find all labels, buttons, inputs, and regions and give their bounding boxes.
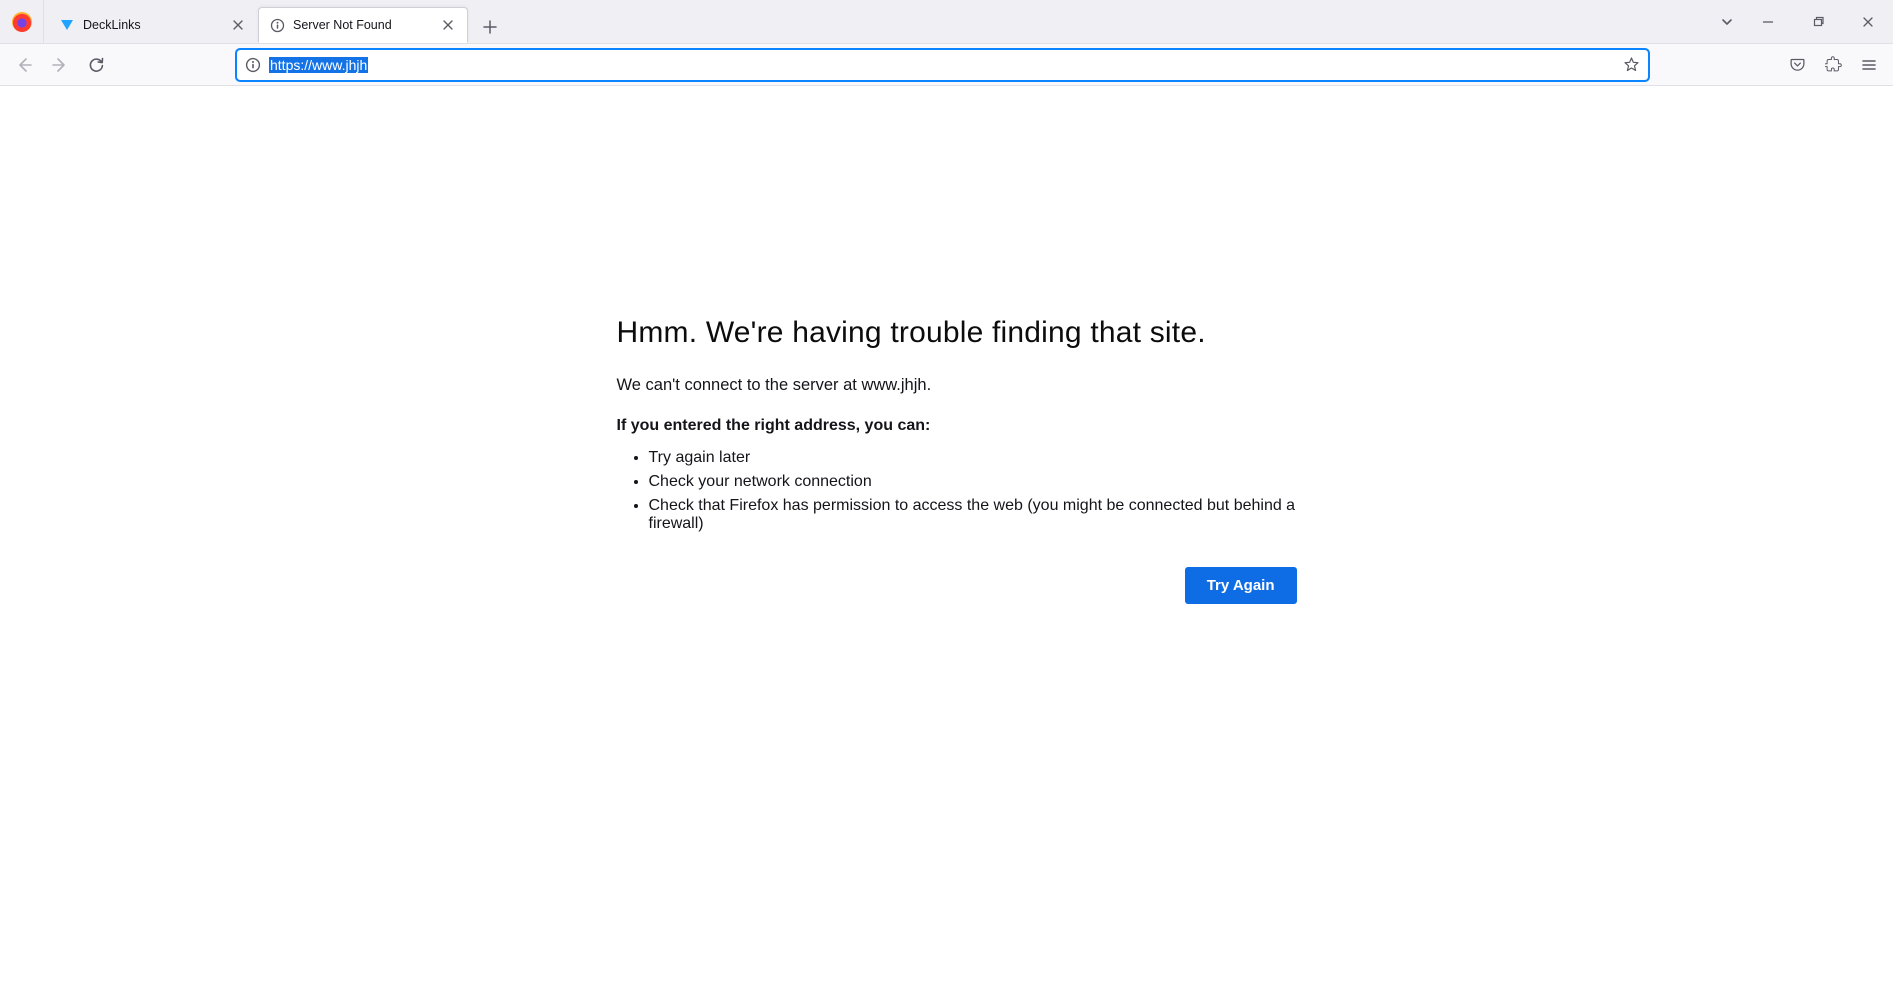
tab-title: DeckLinks (83, 18, 221, 32)
error-heading: Hmm. We're having trouble finding that s… (617, 316, 1297, 350)
url-selected-text: https://www.jhjh (269, 57, 368, 73)
list-all-tabs-button[interactable] (1709, 0, 1745, 44)
error-suggestion-item: Try again later (649, 449, 1297, 467)
toolbar-right (1781, 49, 1885, 81)
pocket-icon (1789, 56, 1806, 73)
close-window-button[interactable] (1845, 0, 1891, 44)
info-icon (269, 17, 285, 33)
error-suggestion-list: Try again later Check your network conne… (617, 449, 1297, 533)
navigation-toolbar: https://www.jhjh (0, 44, 1893, 86)
url-bar[interactable]: https://www.jhjh (236, 49, 1649, 81)
try-again-button[interactable]: Try Again (1185, 567, 1297, 604)
decklinks-favicon (59, 17, 75, 33)
forward-button[interactable] (44, 49, 76, 81)
tab-strip: DeckLinks Server Not Found (44, 0, 506, 43)
restore-icon (1812, 16, 1824, 28)
info-icon (245, 57, 261, 73)
hamburger-icon (1861, 57, 1877, 73)
firefox-app-icon (0, 0, 44, 43)
titlebar: DeckLinks Server Not Found (0, 0, 1893, 44)
site-identity-button[interactable] (243, 55, 263, 75)
arrow-left-icon (15, 56, 33, 74)
plus-icon (483, 20, 497, 34)
star-icon (1623, 56, 1640, 73)
minimize-window-button[interactable] (1745, 0, 1791, 44)
url-input[interactable]: https://www.jhjh (269, 50, 1614, 80)
close-tab-button[interactable] (229, 16, 247, 34)
app-menu-button[interactable] (1853, 49, 1885, 81)
net-error-container: Hmm. We're having trouble finding that s… (597, 86, 1297, 604)
tab-server-not-found[interactable]: Server Not Found (258, 7, 468, 43)
error-suggestion-item: Check your network connection (649, 473, 1297, 491)
window-controls (1745, 0, 1893, 43)
tab-title: Server Not Found (293, 18, 431, 32)
page-content: Hmm. We're having trouble finding that s… (0, 86, 1893, 994)
tab-decklinks[interactable]: DeckLinks (48, 7, 258, 43)
chevron-down-icon (1720, 15, 1734, 29)
close-tab-button[interactable] (439, 16, 457, 34)
reload-icon (88, 56, 105, 73)
close-icon (442, 19, 454, 31)
reload-button[interactable] (80, 49, 112, 81)
minimize-icon (1762, 16, 1774, 28)
puzzle-icon (1825, 56, 1842, 73)
maximize-window-button[interactable] (1795, 0, 1841, 44)
arrow-right-icon (51, 56, 69, 74)
error-instruction: If you entered the right address, you ca… (617, 417, 1297, 435)
error-subtext: We can't connect to the server at www.jh… (617, 376, 1297, 395)
back-button[interactable] (8, 49, 40, 81)
extensions-button[interactable] (1817, 49, 1849, 81)
close-icon (1862, 16, 1874, 28)
new-tab-button[interactable] (474, 11, 506, 43)
save-to-pocket-button[interactable] (1781, 49, 1813, 81)
error-suggestion-item: Check that Firefox has permission to acc… (649, 497, 1297, 533)
bookmark-star-button[interactable] (1620, 54, 1642, 76)
close-icon (232, 19, 244, 31)
